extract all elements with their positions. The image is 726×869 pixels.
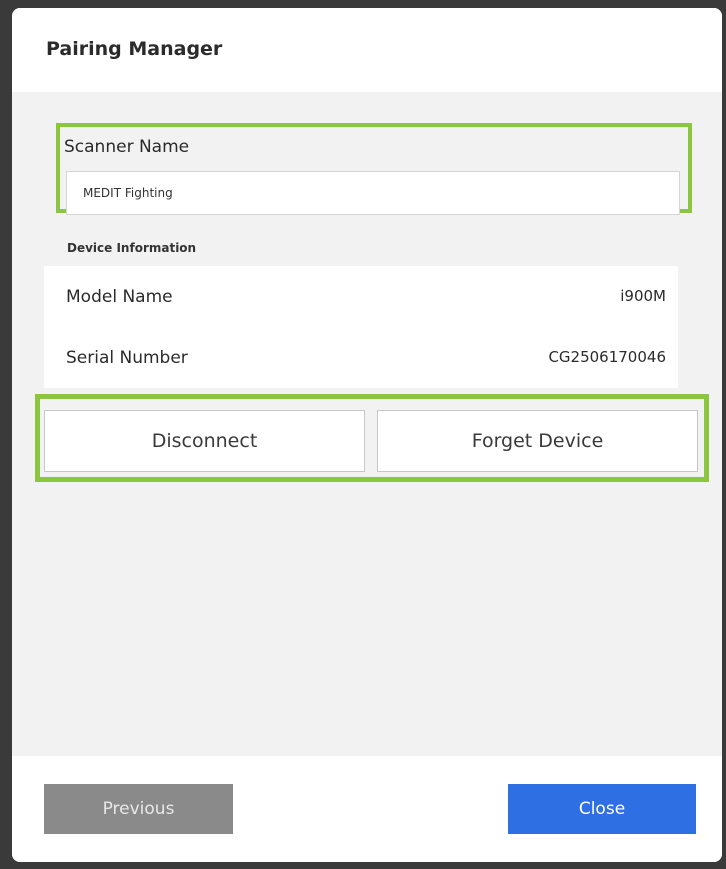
dialog-footer: Previous Close [12, 756, 722, 862]
serial-number-label: Serial Number [66, 348, 188, 368]
model-name-value: i900M [620, 287, 666, 305]
model-name-label: Model Name [66, 287, 173, 307]
pairing-manager-dialog: Pairing Manager Scanner Name Device Info… [12, 8, 722, 862]
device-info-card: Model Name i900M Serial Number CG2506170… [44, 266, 678, 388]
scanner-name-input[interactable] [66, 171, 680, 215]
dialog-header: Pairing Manager [12, 8, 722, 92]
scanner-name-section: Scanner Name [56, 123, 692, 215]
device-information-heading: Device Information [67, 241, 197, 255]
previous-button[interactable]: Previous [44, 784, 233, 834]
device-actions-group: Disconnect Forget Device [35, 394, 709, 482]
forget-device-button[interactable]: Forget Device [377, 410, 698, 472]
screen-frame: Pairing Manager Scanner Name Device Info… [0, 0, 726, 869]
close-button[interactable]: Close [508, 784, 696, 834]
serial-number-row: Serial Number CG2506170046 [44, 327, 678, 387]
model-name-row: Model Name i900M [44, 266, 678, 326]
serial-number-value: CG2506170046 [548, 348, 666, 366]
scanner-name-label: Scanner Name [64, 137, 190, 157]
disconnect-button[interactable]: Disconnect [44, 410, 365, 472]
dialog-title: Pairing Manager [46, 38, 223, 60]
